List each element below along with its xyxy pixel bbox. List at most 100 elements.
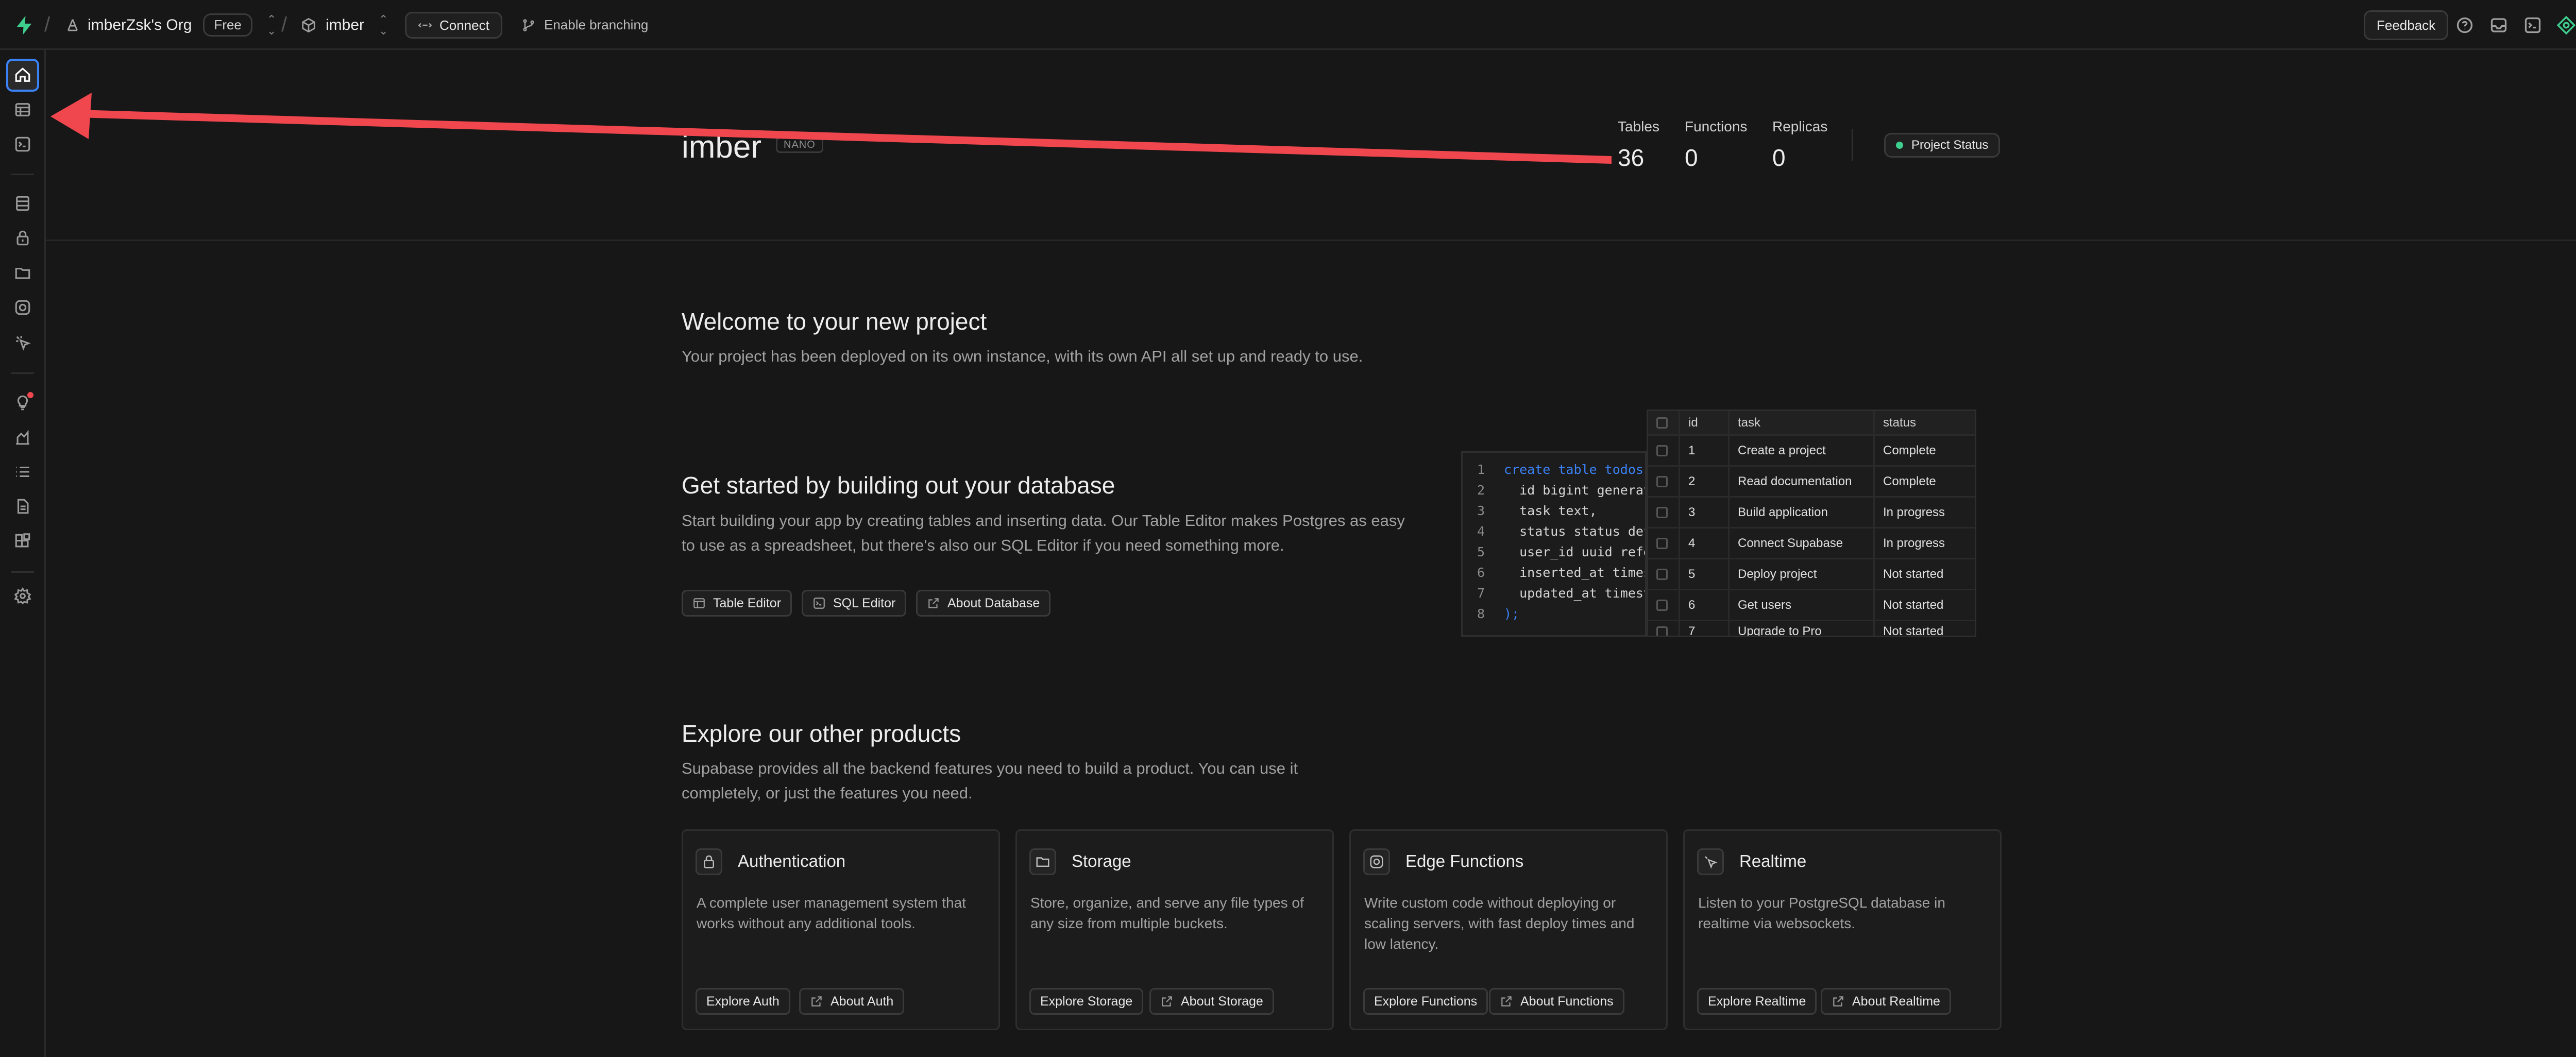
cell-task: Connect Supabase [1730,528,1875,558]
cell-id: 5 [1680,559,1730,589]
header-divider-line [46,240,2576,241]
external-link-icon [811,996,822,1007]
about-storage-button[interactable]: About Storage [1149,988,1274,1015]
row-checkbox[interactable] [1656,475,1668,487]
desc-line: Listen to your PostgreSQL database in [1698,895,1945,911]
table-row: 4 Connect Supabase In progress [1648,528,1975,559]
welcome-title: Welcome to your new project [682,308,987,335]
code-text: updated_at timest [1504,586,1647,601]
explore-realtime-button[interactable]: Explore Realtime [1697,988,1817,1015]
row-checkbox[interactable] [1656,626,1668,636]
table-row: 3 Build application In progress [1648,498,1975,528]
sql-editor-label: SQL Editor [833,595,896,610]
table-row: 1 Create a project Complete [1648,436,1975,467]
card-title: Realtime [1739,851,1807,871]
code-text: inserted_at times [1504,565,1647,580]
cell-id: 7 [1680,621,1730,636]
line-number: 3 [1477,503,1485,518]
table-editor-label: Table Editor [713,595,782,610]
desc-line: Write custom code without deploying or [1364,895,1616,911]
about-database-button[interactable]: About Database [916,590,1051,617]
product-card-storage: Storage Store, organize, and serve any f… [1015,829,1334,1030]
cell-task: Get users [1730,590,1875,620]
table-icon [693,598,705,608]
table-row: 5 Deploy project Not started [1648,559,1975,590]
terminal-icon [814,598,825,609]
desc-line: low latency. [1364,936,1439,952]
welcome-text: Your project has been deployed on its ow… [682,347,1363,365]
card-title: Authentication [738,851,846,871]
database-title: Get started by building out your databas… [682,472,1115,499]
column-header-id: id [1680,411,1730,434]
button-label: Explore Functions [1374,994,1478,1009]
about-auth-button[interactable]: About Auth [799,988,905,1015]
cell-status: Not started [1883,624,1944,637]
row-checkbox[interactable] [1656,537,1668,549]
cursor-click-icon [1697,848,1724,875]
cell-task: Upgrade to Pro [1730,621,1875,636]
edge-functions-icon [1363,848,1390,875]
button-label: About Storage [1181,994,1263,1009]
line-number: 6 [1477,565,1485,580]
table-row: 2 Read documentation Complete [1648,467,1975,498]
button-label: About Auth [831,994,894,1009]
explore-functions-button[interactable]: Explore Functions [1363,988,1488,1015]
code-text: status status def [1504,524,1647,539]
cell-task: Read documentation [1730,467,1875,496]
card-description: A complete user management system that wo… [697,893,985,934]
code-text: user_id uuid refe [1504,544,1647,559]
row-checkbox[interactable] [1656,506,1668,518]
card-description: Listen to your PostgreSQL database in rea… [1698,893,1987,934]
external-link-icon [1162,996,1172,1007]
todo-table: id task status 1 Create a project Comple… [1647,410,1976,637]
button-label: Explore Auth [706,994,779,1009]
products-title: Explore our other products [682,720,961,747]
button-label: About Realtime [1852,994,1940,1009]
desc-line: A complete user management system that [697,895,966,911]
cell-status: In progress [1883,505,1945,519]
cell-id: 1 [1680,436,1730,465]
product-card-realtime: Realtime Listen to your PostgreSQL datab… [1683,829,2002,1030]
table-editor-button[interactable]: Table Editor [682,590,792,617]
cell-status: Not started [1883,598,1944,612]
row-checkbox[interactable] [1656,599,1668,611]
folder-icon [1029,848,1056,875]
line-number: 7 [1477,586,1485,601]
line-number: 4 [1477,524,1485,539]
desc-line: realtime via websockets. [1698,915,1856,931]
about-functions-button[interactable]: About Functions [1489,988,1624,1015]
product-card-authentication: Authentication A complete user managemen… [682,829,1000,1030]
line-number: 1 [1477,462,1485,477]
column-header-status: status [1883,415,1917,430]
button-label: About Functions [1520,994,1614,1009]
cell-task: Deploy project [1730,559,1875,589]
card-title: Edge Functions [1405,851,1524,871]
cell-task: Create a project [1730,436,1875,465]
cell-id: 6 [1680,590,1730,620]
about-realtime-button[interactable]: About Realtime [1821,988,1951,1015]
products-text-line1: Supabase provides all the backend featur… [682,759,1298,777]
explore-storage-button[interactable]: Explore Storage [1029,988,1144,1015]
line-number: 8 [1477,606,1485,621]
table-header: id task status [1648,411,1975,436]
cell-task: Build application [1730,498,1875,527]
select-all-checkbox[interactable] [1656,417,1668,429]
cell-id: 3 [1680,498,1730,527]
desc-line: any size from multiple buckets. [1030,915,1228,931]
row-checkbox[interactable] [1656,445,1668,456]
sql-editor-button[interactable]: SQL Editor [802,590,907,617]
lock-icon [696,848,722,875]
line-number: 5 [1477,544,1485,559]
code-text: id bigint generat [1504,483,1647,498]
products-text-line2: completely, or just the features you nee… [682,784,973,802]
code-text: task text, [1504,503,1597,518]
card-title: Storage [1072,851,1131,871]
column-header-task: task [1730,411,1875,434]
table-row: 7 Upgrade to Pro Not started [1648,621,1975,637]
card-description: Store, organize, and serve any file type… [1030,893,1319,934]
button-label: Explore Realtime [1708,994,1806,1009]
explore-auth-button[interactable]: Explore Auth [696,988,790,1015]
row-checkbox[interactable] [1656,568,1668,580]
code-sample: 1 create table todos 2 id bigint generat … [1461,451,1647,637]
cell-status: Complete [1883,474,1936,488]
